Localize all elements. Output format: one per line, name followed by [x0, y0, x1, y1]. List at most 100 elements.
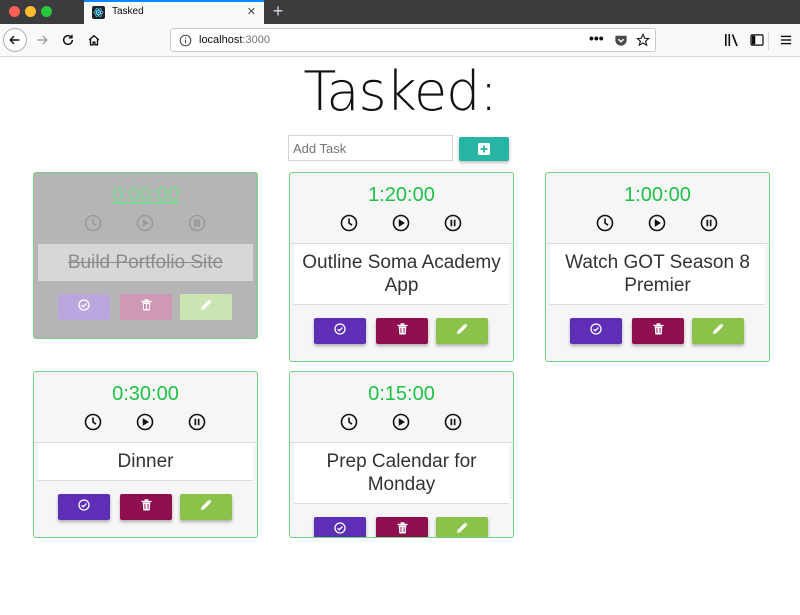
url-text: localhost:3000 [199, 34, 270, 46]
clock-icon[interactable] [596, 214, 614, 232]
forward-button[interactable] [30, 28, 54, 52]
reload-icon [62, 34, 74, 46]
task-actions [294, 305, 509, 357]
check-circle-icon [334, 322, 346, 340]
edit-task-button[interactable] [180, 494, 232, 520]
url-bar[interactable]: localhost:3000 ••• [170, 28, 656, 52]
edit-task-button[interactable] [180, 294, 232, 320]
react-favicon-icon [92, 6, 105, 19]
task-name: Outline Soma Academy App [294, 244, 509, 305]
delete-task-button[interactable] [632, 318, 684, 344]
tab-title: Tasked [112, 6, 144, 17]
clock-icon[interactable] [84, 214, 102, 232]
delete-task-button[interactable] [376, 517, 428, 537]
task-timer: 1:20:00 [368, 184, 435, 206]
task-timer-section: 1:00:00 [546, 173, 769, 244]
play-icon[interactable] [392, 214, 410, 232]
play-icon[interactable] [648, 214, 666, 232]
sidebar-toggle-button[interactable] [745, 28, 769, 52]
pause-icon[interactable] [444, 413, 462, 431]
library-button[interactable] [720, 28, 744, 52]
toolbar-separator [768, 32, 769, 50]
back-arrow-icon [9, 35, 20, 45]
task-timer-section: 0:30:00 [34, 372, 257, 443]
task-timer-section: 0:15:00 [290, 372, 513, 443]
task-name: Build Portfolio Site [38, 244, 253, 281]
delete-task-button[interactable] [376, 318, 428, 344]
task-timer-section: 0:00:00 [34, 173, 257, 244]
task-timer: 0:15:00 [368, 383, 435, 405]
task-name: Watch GOT Season 8 Premier [550, 244, 765, 305]
home-icon [88, 34, 100, 46]
clock-icon[interactable] [340, 413, 358, 431]
url-port: :3000 [242, 34, 270, 46]
check-circle-icon [590, 322, 602, 340]
pencil-icon [456, 322, 468, 340]
check-circle-icon [334, 521, 346, 537]
edit-task-button[interactable] [436, 517, 488, 537]
task-card: 1:20:00 Outline Soma Academy App [289, 172, 514, 362]
task-card: 1:00:00 Watch GOT Season 8 Premier [545, 172, 770, 362]
complete-task-button[interactable] [314, 318, 366, 344]
url-host: localhost [199, 34, 243, 46]
task-card: 0:15:00 Prep Calendar for Monday [289, 371, 514, 538]
play-icon[interactable] [392, 413, 410, 431]
page-actions-icon[interactable]: ••• [589, 30, 604, 46]
complete-task-button[interactable] [58, 294, 110, 320]
pause-icon[interactable] [188, 214, 206, 232]
task-timer-section: 1:20:00 [290, 173, 513, 244]
task-timer: 0:30:00 [112, 383, 179, 405]
browser-nav-bar: localhost:3000 ••• [0, 24, 800, 57]
pencil-icon [712, 322, 724, 340]
complete-task-button[interactable] [314, 517, 366, 537]
task-timer: 0:00:00 [112, 184, 179, 206]
bookmark-star-icon[interactable] [635, 33, 651, 52]
add-task-input[interactable] [288, 135, 453, 161]
forward-arrow-icon [37, 35, 48, 45]
task-timer: 1:00:00 [624, 184, 691, 206]
edit-task-button[interactable] [692, 318, 744, 344]
home-button[interactable] [82, 28, 106, 52]
trash-icon [141, 498, 152, 516]
complete-task-button[interactable] [570, 318, 622, 344]
site-info-icon[interactable] [179, 34, 192, 52]
window-zoom-button[interactable] [41, 6, 52, 17]
check-circle-icon [78, 298, 90, 316]
task-name: Dinner [38, 443, 253, 481]
window-minimize-button[interactable] [25, 6, 36, 17]
window-close-button[interactable] [9, 6, 20, 17]
browser-tab[interactable]: Tasked ✕ [84, 0, 264, 24]
play-icon[interactable] [136, 413, 154, 431]
clock-icon[interactable] [84, 413, 102, 431]
sidebar-icon [750, 34, 764, 46]
pencil-icon [456, 521, 468, 537]
new-tab-button[interactable]: + [270, 0, 286, 22]
trash-icon [397, 322, 408, 340]
pocket-icon[interactable] [614, 34, 628, 52]
edit-task-button[interactable] [436, 318, 488, 344]
tab-close-icon[interactable]: ✕ [247, 5, 256, 18]
task-actions [38, 481, 253, 533]
complete-task-button[interactable] [58, 494, 110, 520]
browser-tab-bar: Tasked ✕ + [0, 0, 800, 24]
library-icon [725, 34, 738, 47]
task-actions [294, 504, 509, 537]
clock-icon[interactable] [340, 214, 358, 232]
reload-button[interactable] [56, 28, 80, 52]
pencil-icon [200, 298, 212, 316]
page-content: Tasked: 0:00:00 Build Portfolio Site 1:20:… [0, 57, 800, 615]
delete-task-button[interactable] [120, 294, 172, 320]
pause-icon[interactable] [700, 214, 718, 232]
check-circle-icon [78, 498, 90, 516]
trash-icon [653, 322, 664, 340]
task-card: 0:30:00 Dinner [33, 371, 258, 538]
back-button[interactable] [3, 28, 27, 52]
pause-icon[interactable] [444, 214, 462, 232]
pencil-icon [200, 498, 212, 516]
menu-button[interactable] [774, 28, 798, 52]
pause-icon[interactable] [188, 413, 206, 431]
delete-task-button[interactable] [120, 494, 172, 520]
add-task-button[interactable] [459, 137, 509, 161]
play-icon[interactable] [136, 214, 154, 232]
page-title: Tasked: [303, 60, 497, 123]
